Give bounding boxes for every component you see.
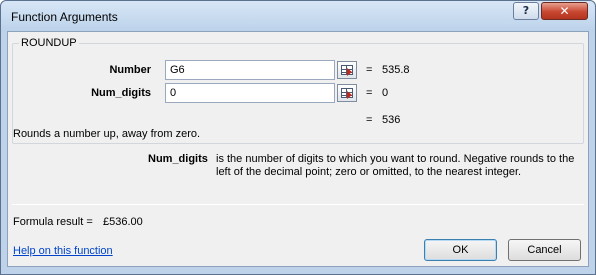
title-bar[interactable]: Function Arguments ? ✕: [1, 1, 595, 31]
collapse-dialog-icon[interactable]: [337, 84, 357, 102]
function-result: 536: [382, 114, 401, 126]
num-digits-equals: =: [366, 87, 373, 99]
dialog-title: Function Arguments: [11, 10, 118, 24]
number-label: Number: [109, 64, 151, 76]
cancel-button[interactable]: Cancel: [508, 239, 581, 261]
function-arguments-dialog: Function Arguments ? ✕ ROUNDUP Number = …: [0, 0, 596, 275]
arrow-icon: [347, 68, 352, 76]
number-input[interactable]: [165, 60, 335, 80]
formula-result-value: £536.00: [103, 216, 143, 228]
formula-result-label: Formula result =: [13, 216, 93, 228]
close-icon[interactable]: ✕: [541, 2, 588, 20]
number-equals: =: [366, 64, 373, 76]
num-digits-value: 0: [382, 87, 389, 99]
ok-button[interactable]: OK: [424, 239, 497, 261]
num-digits-label: Num_digits: [91, 87, 151, 99]
parameter-name: Num_digits: [148, 153, 208, 165]
parameter-description: is the number of digits to which you wan…: [216, 153, 575, 178]
dialog-body: ROUNDUP Number = 535.8 Num_digits = 0 = …: [7, 31, 589, 267]
function-name: ROUNDUP: [19, 37, 79, 49]
arrow-icon: [347, 91, 352, 99]
result-equals: =: [366, 114, 373, 126]
divider: [12, 204, 584, 205]
collapse-dialog-icon[interactable]: [337, 61, 357, 79]
help-on-function-link[interactable]: Help on this function: [13, 245, 113, 257]
help-icon[interactable]: ?: [513, 2, 539, 20]
function-description: Rounds a number up, away from zero.: [13, 128, 201, 140]
number-value: 535.8: [382, 64, 410, 76]
num-digits-input[interactable]: [165, 83, 335, 103]
